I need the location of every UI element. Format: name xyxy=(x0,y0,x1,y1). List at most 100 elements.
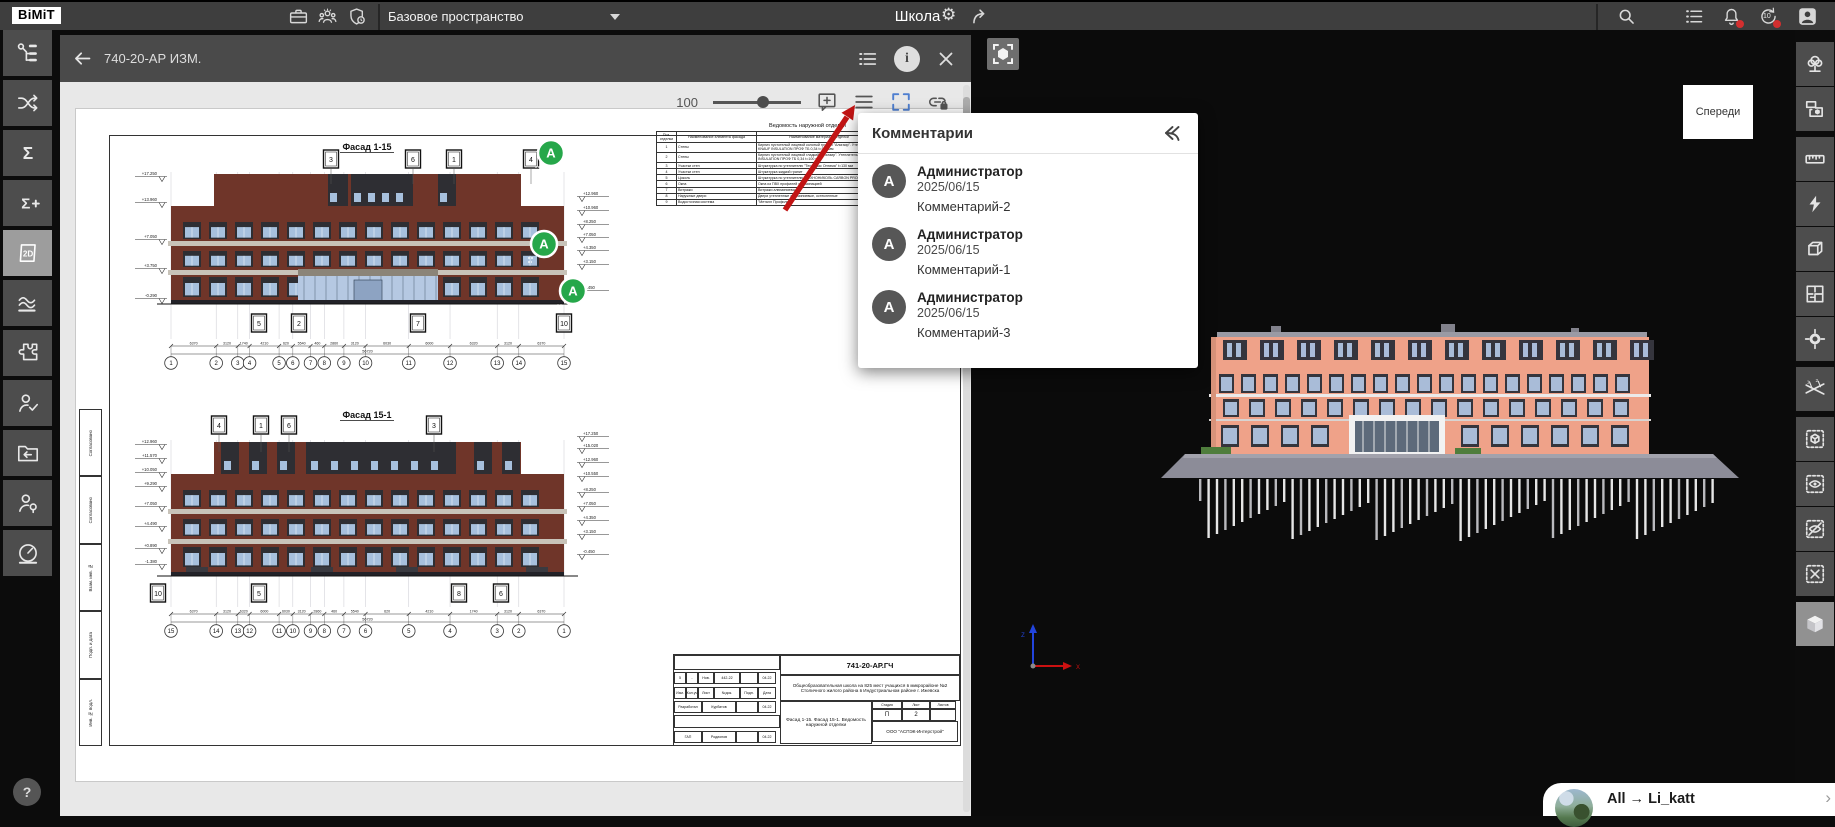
tool-show[interactable] xyxy=(1796,462,1834,506)
svg-text:13: 13 xyxy=(234,629,241,635)
avatar: А xyxy=(872,164,906,198)
tool-model-tree[interactable] xyxy=(3,30,52,76)
profile-icon[interactable] xyxy=(1797,6,1818,27)
svg-text:+10.050: +10.050 xyxy=(142,467,158,472)
isolate-icon xyxy=(1804,428,1826,450)
tool-capture[interactable] xyxy=(1796,87,1834,131)
user-check-icon xyxy=(15,390,41,416)
comment-item[interactable]: А Администратор 2025/06/15 Комментарий-2 xyxy=(858,157,1198,220)
svg-text:+9.290: +9.290 xyxy=(144,481,158,486)
svg-text:+17.250: +17.250 xyxy=(142,171,158,176)
svg-text:2860: 2860 xyxy=(313,610,321,614)
tool-isolate[interactable] xyxy=(1796,417,1834,461)
svg-text:+10.960: +10.960 xyxy=(583,205,599,210)
svg-text:-0.290: -0.290 xyxy=(145,293,158,298)
tool-user-check[interactable] xyxy=(3,380,52,426)
svg-text:+4.490: +4.490 xyxy=(144,521,158,526)
tool-axes[interactable]: 12 xyxy=(1796,367,1834,411)
comment-item[interactable]: А Администратор 2025/06/15 Комментарий-3 xyxy=(858,283,1198,346)
tool-hide[interactable] xyxy=(1796,507,1834,551)
list-icon[interactable] xyxy=(1684,6,1705,27)
svg-text:Z: Z xyxy=(1021,633,1025,639)
info-icon[interactable]: i xyxy=(894,46,920,72)
share-icon[interactable] xyxy=(970,6,991,27)
fullscreen-icon[interactable] xyxy=(890,91,912,113)
search-icon[interactable] xyxy=(1616,6,1637,27)
settings-gear-icon[interactable]: ⚙ xyxy=(941,5,956,25)
svg-text:10: 10 xyxy=(154,591,162,598)
tool-folder-transfer[interactable] xyxy=(3,430,52,476)
svg-text:А: А xyxy=(568,284,578,299)
notifications-bell-icon[interactable] xyxy=(1721,6,1742,27)
link-lock-icon[interactable] xyxy=(927,91,949,113)
zoom-slider[interactable] xyxy=(713,95,801,109)
svg-text:6370: 6370 xyxy=(537,610,545,614)
environment-icon xyxy=(1804,53,1826,75)
svg-text:6: 6 xyxy=(287,423,291,430)
close-icon[interactable] xyxy=(935,48,957,70)
left-sidebar: Σ Σ 2D? xyxy=(0,30,55,816)
svg-text:+12.960: +12.960 xyxy=(142,439,158,444)
avatar[interactable] xyxy=(1555,789,1593,827)
tool-user-location[interactable] xyxy=(3,480,52,526)
svg-text:Σ: Σ xyxy=(21,195,30,212)
stamp-cell: Инв. № подл. xyxy=(79,679,102,746)
comment-filter-icon[interactable] xyxy=(853,91,875,113)
svg-text:620: 620 xyxy=(283,342,289,346)
svg-text:4: 4 xyxy=(217,423,221,430)
tool-dashboard[interactable] xyxy=(3,530,52,576)
tool-sum[interactable]: Σ xyxy=(3,130,52,176)
axes-icon: 12 xyxy=(1804,378,1826,400)
svg-text:+4.350: +4.350 xyxy=(583,245,597,250)
help-button[interactable]: ? xyxy=(13,778,41,806)
collapse-panel-icon[interactable] xyxy=(1160,121,1184,145)
sum-add-icon: Σ xyxy=(15,190,41,216)
tool-measure[interactable] xyxy=(1796,137,1834,181)
svg-text:4: 4 xyxy=(529,157,533,164)
tool-clear-selection[interactable] xyxy=(1796,552,1834,596)
svg-text:+8.250: +8.250 xyxy=(583,487,597,492)
tool-focus[interactable] xyxy=(1796,317,1834,361)
doc-2d-icon: 2D xyxy=(15,240,41,266)
section-box-icon xyxy=(1804,238,1826,260)
comment-item[interactable]: А Администратор 2025/06/15 Комментарий-1 xyxy=(858,220,1198,283)
tool-plugins[interactable] xyxy=(3,330,52,376)
comment-text: Комментарий-2 xyxy=(917,199,1023,214)
viewer-2d-panel: 740-20-АР ИЗМ. i 100 СогласованоСогласов… xyxy=(60,35,971,816)
back-arrow-icon[interactable] xyxy=(72,48,93,69)
history-icon[interactable]: 10 xyxy=(1758,6,1779,27)
tool-floor-plan[interactable] xyxy=(1796,272,1834,316)
chat-bar[interactable]: All → Li_katt › xyxy=(1543,783,1835,816)
svg-text:1740: 1740 xyxy=(240,342,248,346)
tool-section-box[interactable] xyxy=(1796,227,1834,271)
comment-marker[interactable]: А xyxy=(535,140,564,171)
comment-add-icon[interactable] xyxy=(816,91,838,113)
capture-button[interactable] xyxy=(987,38,1019,70)
chevron-right-icon[interactable]: › xyxy=(1825,788,1831,808)
avatar: А xyxy=(872,290,906,324)
view-orientation-label[interactable]: Спереди xyxy=(1683,85,1753,139)
zoom-value: 100 xyxy=(676,95,698,110)
comments-panel: Комментарии А Администратор 2025/06/15 К… xyxy=(858,113,1198,368)
svg-text:10: 10 xyxy=(560,321,568,328)
tool-clash[interactable] xyxy=(3,80,52,126)
svg-text:А: А xyxy=(539,237,549,252)
svg-text:Σ: Σ xyxy=(22,143,32,163)
clear-selection-icon xyxy=(1804,563,1826,585)
user-location-icon xyxy=(15,490,41,516)
svg-text:15: 15 xyxy=(168,629,175,635)
tool-clip-plane[interactable] xyxy=(1796,182,1834,226)
facade-drawing-top: Фасад 1-15637031201740421062055404602860… xyxy=(91,139,656,387)
drawing-sheet[interactable]: СогласованоСогласованоВзам. инв. №Подп. … xyxy=(75,108,968,782)
tool-environment[interactable] xyxy=(1796,42,1834,86)
list-icon[interactable] xyxy=(857,48,879,70)
svg-text:7: 7 xyxy=(416,321,420,328)
tool-charts[interactable] xyxy=(3,280,52,326)
svg-text:12: 12 xyxy=(447,361,454,367)
tool-doc-2d[interactable]: 2D xyxy=(3,230,52,276)
history-count: 10 xyxy=(1763,13,1771,20)
tool-view-cube[interactable] xyxy=(1796,602,1834,646)
svg-text:1: 1 xyxy=(1807,379,1810,385)
svg-text:4210: 4210 xyxy=(425,610,433,614)
tool-sum-add[interactable]: Σ xyxy=(3,180,52,226)
